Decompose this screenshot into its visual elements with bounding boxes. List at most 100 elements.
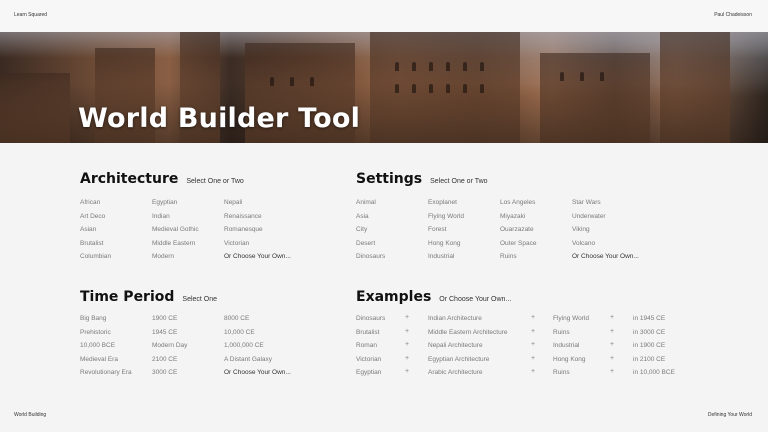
examples-subtitle: Or Choose Your Own...: [439, 296, 512, 303]
time-period-option[interactable]: 3000 CE: [152, 369, 177, 377]
architecture-option[interactable]: Indian: [152, 213, 170, 221]
settings-option[interactable]: Asia: [356, 213, 369, 221]
page-title: World Builder Tool: [78, 103, 361, 134]
example-item[interactable]: Indian Architecture: [428, 315, 482, 323]
settings-option[interactable]: Miyazaki: [500, 213, 525, 221]
architecture-option[interactable]: Asian: [80, 226, 96, 234]
example-item[interactable]: Arabic Architecture: [428, 369, 483, 377]
architecture-subtitle: Select One or Two: [186, 178, 244, 185]
example-item[interactable]: in 1900 CE: [633, 342, 665, 350]
plus-icon: +: [531, 354, 536, 362]
architecture-choose-own[interactable]: Or Choose Your Own...: [224, 253, 291, 261]
example-item[interactable]: Ruins: [553, 369, 570, 377]
time-period-choose-own[interactable]: Or Choose Your Own...: [224, 369, 291, 377]
architecture-option[interactable]: Nepali: [224, 199, 242, 207]
time-period-option[interactable]: 1945 CE: [152, 329, 177, 337]
settings-option[interactable]: Dinosaurs: [356, 253, 385, 261]
time-period-option[interactable]: 2100 CE: [152, 356, 177, 364]
settings-option[interactable]: Ruins: [500, 253, 517, 261]
settings-option[interactable]: Underwater: [572, 213, 606, 221]
plus-icon: +: [610, 354, 615, 362]
example-item[interactable]: Egyptian Architecture: [428, 356, 489, 364]
example-item[interactable]: Ruins: [553, 329, 570, 337]
example-item[interactable]: Industrial: [553, 342, 579, 350]
example-item[interactable]: Roman: [356, 342, 377, 350]
settings-option[interactable]: Hong Kong: [428, 240, 461, 248]
settings-option[interactable]: Forest: [428, 226, 446, 234]
settings-option[interactable]: Exoplanet: [428, 199, 457, 207]
example-item[interactable]: Nepali Architecture: [428, 342, 483, 350]
settings-option[interactable]: Viking: [572, 226, 590, 234]
architecture-option[interactable]: Medieval Gothic: [152, 226, 199, 234]
architecture-option[interactable]: Middle Eastern: [152, 240, 195, 248]
settings-heading: Settings Select One or Two: [356, 170, 488, 188]
example-item[interactable]: in 3000 CE: [633, 329, 665, 337]
architecture-heading: Architecture Select One or Two: [80, 170, 244, 188]
architecture-option[interactable]: Renaissance: [224, 213, 262, 221]
settings-option[interactable]: Los Angeles: [500, 199, 535, 207]
example-item[interactable]: Egyptian: [356, 369, 381, 377]
example-item[interactable]: Dinosaurs: [356, 315, 385, 323]
architecture-option[interactable]: Columbian: [80, 253, 111, 261]
time-period-option[interactable]: 10,000 CE: [224, 329, 255, 337]
plus-icon: +: [405, 368, 410, 375]
plus-icon: +: [610, 368, 615, 375]
architecture-option[interactable]: Art Deco: [80, 213, 105, 221]
time-period-option[interactable]: A Distant Galaxy: [224, 356, 272, 364]
time-period-option[interactable]: 8000 CE: [224, 315, 249, 323]
time-period-option[interactable]: Medieval Era: [80, 356, 118, 364]
example-item[interactable]: in 10,000 BCE: [633, 369, 675, 377]
example-item[interactable]: Brutalist: [356, 329, 379, 337]
hero-window: [480, 62, 484, 71]
time-period-option[interactable]: 10,000 BCE: [80, 342, 115, 350]
hero-window: [580, 72, 584, 81]
hero-window: [446, 62, 450, 71]
architecture-option[interactable]: Modern: [152, 253, 174, 261]
time-period-option[interactable]: Revolutionary Era: [80, 369, 132, 377]
plus-icon: +: [405, 327, 410, 335]
plus-icon: +: [405, 341, 410, 348]
settings-choose-own[interactable]: Or Choose Your Own...: [572, 253, 639, 261]
settings-option[interactable]: City: [356, 226, 367, 234]
brand-label: Learn Squared: [14, 12, 48, 18]
time-period-option[interactable]: Big Bang: [80, 315, 106, 323]
settings-option[interactable]: Animal: [356, 199, 376, 207]
plus-icon: +: [405, 314, 410, 321]
plus-icon: +: [610, 327, 615, 335]
settings-option[interactable]: Flying World: [428, 213, 464, 221]
examples-title: Examples: [356, 289, 432, 305]
plus-icon: +: [531, 314, 536, 321]
time-period-title: Time Period: [80, 289, 175, 305]
time-period-option[interactable]: Modern Day: [152, 342, 187, 350]
settings-option[interactable]: Industrial: [428, 253, 454, 261]
example-item[interactable]: Hong Kong: [553, 356, 586, 364]
example-item[interactable]: Flying World: [553, 315, 589, 323]
architecture-option[interactable]: Brutalist: [80, 240, 103, 248]
footer-right-label: Defining Your World: [707, 412, 752, 418]
example-item[interactable]: Victorian: [356, 356, 381, 364]
architecture-option[interactable]: Egyptian: [152, 199, 177, 207]
time-period-option[interactable]: 1900 CE: [152, 315, 177, 323]
architecture-option[interactable]: Victorian: [224, 240, 249, 248]
example-item[interactable]: Middle Eastern Architecture: [428, 329, 507, 337]
plus-icon: +: [610, 314, 615, 321]
author-label: Paul Chadeisson: [714, 12, 752, 18]
plus-icon: +: [531, 368, 536, 375]
time-period-option[interactable]: 1,000,000 CE: [224, 342, 264, 350]
architecture-option[interactable]: African: [80, 199, 100, 207]
example-item[interactable]: in 2100 CE: [633, 356, 665, 364]
hero-window: [463, 62, 467, 71]
settings-option[interactable]: Ouarzazate: [500, 226, 534, 234]
settings-subtitle: Select One or Two: [430, 178, 488, 185]
hero-window: [412, 62, 416, 71]
time-period-option[interactable]: Prehistoric: [80, 329, 111, 337]
settings-option[interactable]: Volcano: [572, 240, 595, 248]
example-item[interactable]: in 1945 CE: [633, 315, 665, 323]
settings-option[interactable]: Star Wars: [572, 199, 601, 207]
hero-banner: World Builder Tool: [0, 32, 768, 143]
time-period-subtitle: Select One: [182, 296, 218, 303]
architecture-option[interactable]: Romanesque: [224, 226, 263, 234]
settings-option[interactable]: Desert: [356, 240, 375, 248]
settings-option[interactable]: Outer Space: [500, 240, 537, 248]
architecture-title: Architecture: [80, 171, 179, 187]
